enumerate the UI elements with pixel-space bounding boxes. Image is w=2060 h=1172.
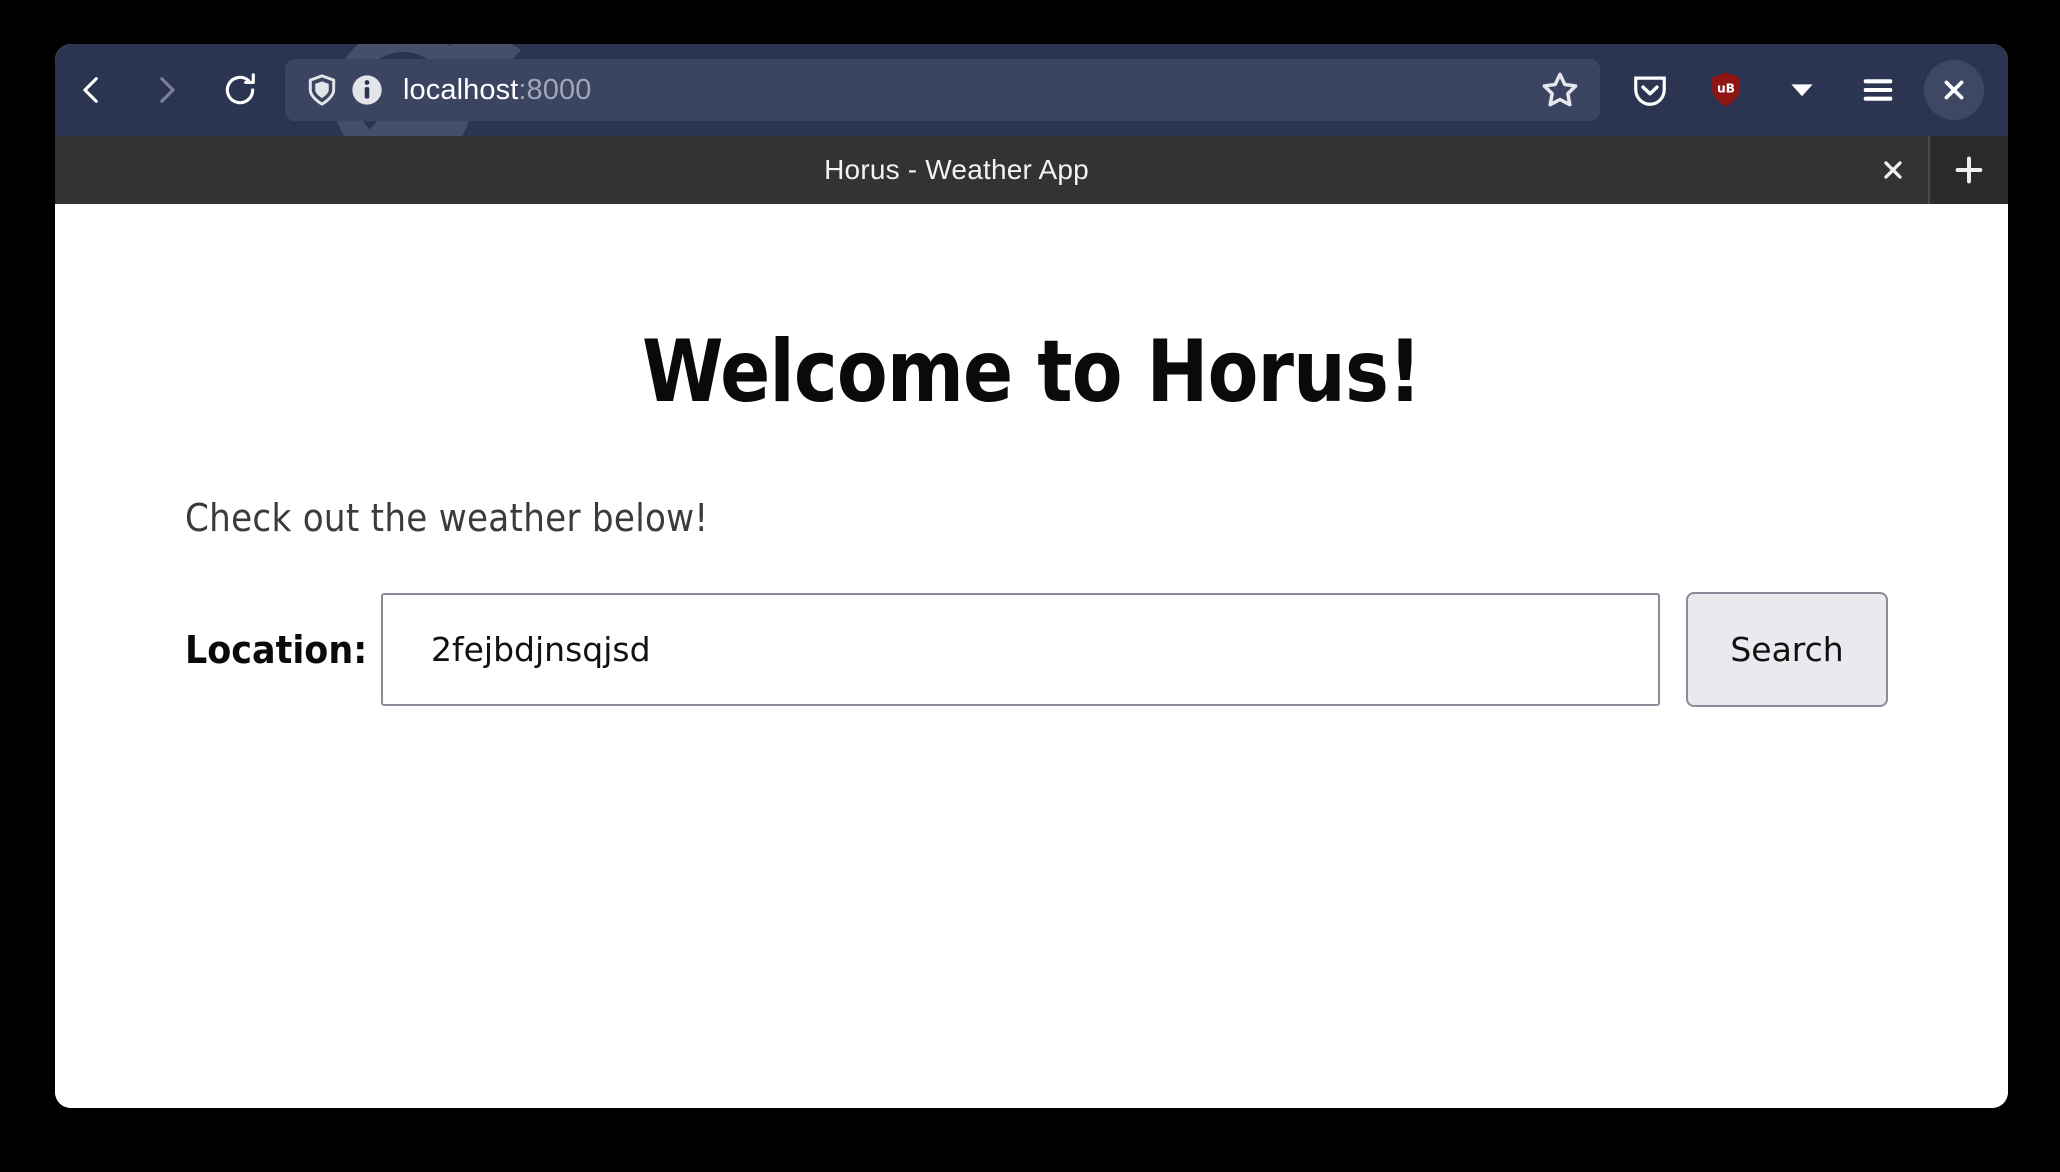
forward-button[interactable] [129, 53, 203, 127]
search-button[interactable]: Search [1686, 592, 1888, 707]
ublock-origin-button[interactable]: uB [1690, 54, 1762, 126]
location-search-form: Location: Search [185, 592, 1888, 707]
info-circle-icon[interactable] [351, 74, 383, 106]
reload-icon [221, 71, 259, 109]
pocket-button[interactable] [1614, 54, 1686, 126]
browser-window: localhost:8000 uB [55, 44, 2008, 1108]
star-icon [1540, 70, 1580, 110]
location-label: Location: [185, 628, 365, 672]
shield-icon[interactable] [307, 74, 337, 106]
tab-title: Horus - Weather App [824, 154, 1089, 186]
tab-active[interactable]: Horus - Weather App [55, 136, 1858, 204]
urlbar-icon-group [307, 74, 383, 106]
tab-strip: Horus - Weather App [55, 136, 2008, 204]
new-tab-button[interactable] [1928, 136, 2008, 204]
page-subtitle: Check out the weather below! [185, 496, 1826, 540]
forward-arrow-icon [149, 73, 183, 107]
hamburger-menu-icon [1859, 71, 1897, 109]
tab-close-button[interactable] [1858, 136, 1928, 204]
url-host: localhost [403, 74, 518, 106]
url-port: :8000 [518, 74, 591, 106]
ublock-label: uB [1717, 81, 1735, 95]
close-icon [1941, 77, 1967, 103]
overflow-button[interactable] [1766, 54, 1838, 126]
app-menu-button[interactable] [1842, 54, 1914, 126]
url-text[interactable]: localhost:8000 [403, 74, 1530, 107]
back-button[interactable] [55, 53, 129, 127]
back-arrow-icon [75, 73, 109, 107]
reload-button[interactable] [203, 53, 277, 127]
plus-icon [1952, 153, 1986, 187]
bookmark-button[interactable] [1530, 60, 1590, 120]
ublock-origin-icon: uB [1708, 71, 1744, 109]
close-button-circle [1924, 60, 1984, 120]
url-bar[interactable]: localhost:8000 [285, 59, 1600, 121]
chevron-down-icon [1787, 75, 1817, 105]
toolbar-right-group: uB [1614, 54, 2008, 126]
pocket-icon [1631, 71, 1669, 109]
window-close-button[interactable] [1918, 54, 1990, 126]
location-input[interactable] [381, 593, 1660, 706]
page-title: Welcome to Horus! [192, 322, 1872, 422]
browser-toolbar: localhost:8000 uB [55, 44, 2008, 136]
close-icon [1880, 157, 1906, 183]
page-content: Welcome to Horus! Check out the weather … [55, 322, 2008, 1108]
